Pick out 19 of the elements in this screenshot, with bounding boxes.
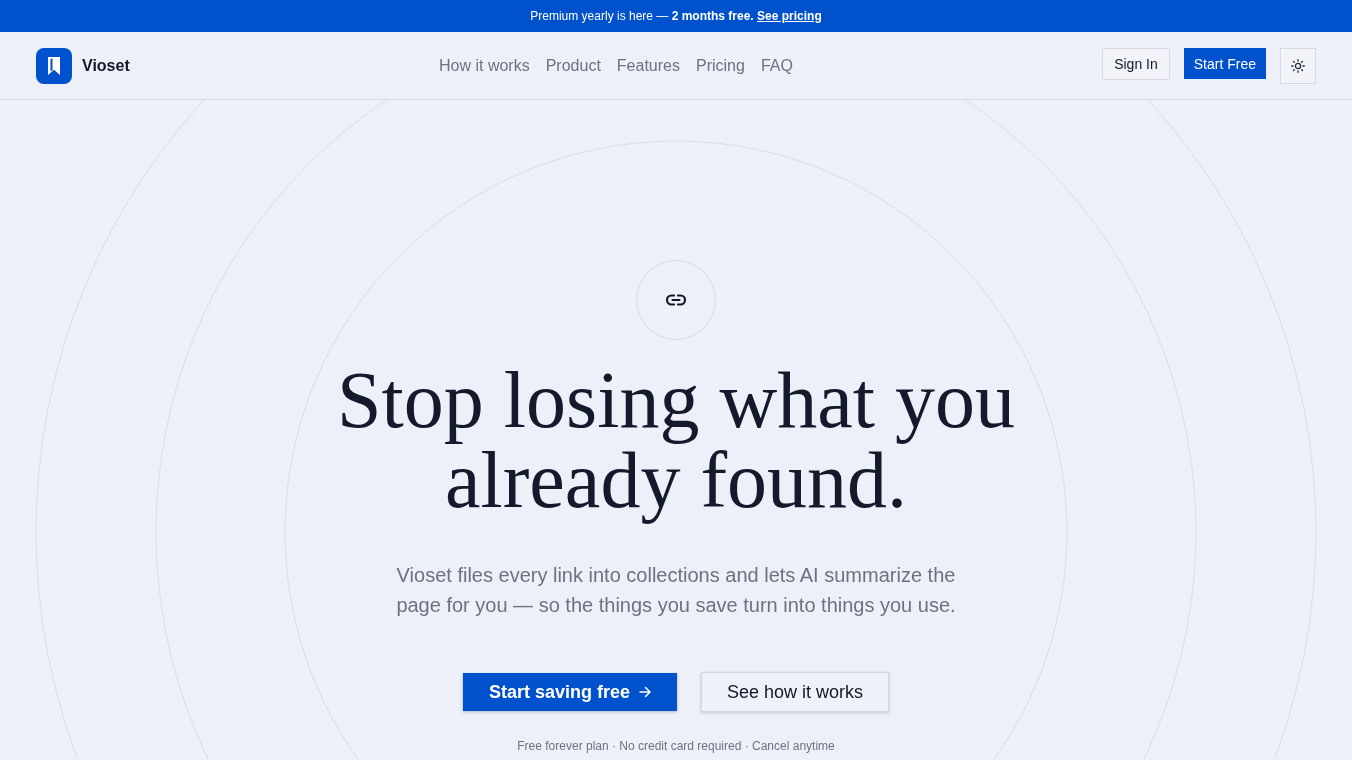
nav-link[interactable]: Product [545, 56, 601, 76]
hero-note: Free forever plan · No credit card required · Cancel anytime [517, 739, 835, 753]
bookmark-logo-icon [36, 48, 72, 84]
hero-subtitle: Vioset files every link into collections and lets AI summarize the page for you — so the things you save turn into things you use. [395, 563, 957, 618]
brand-name: Vioset [82, 57, 130, 75]
sign-in-button[interactable]: Sign In [1102, 48, 1170, 80]
sun-icon [1291, 59, 1305, 73]
announcement-text: Premium yearly is here — 2 months free. See pricing [530, 8, 822, 24]
nav-link[interactable]: Features [616, 56, 680, 76]
nav-link[interactable]: How it works [439, 56, 530, 76]
arrow-right-icon [639, 686, 651, 698]
theme-toggle-button[interactable] [1280, 48, 1316, 84]
see-pricing-link[interactable]: See pricing [757, 9, 822, 23]
see-how-it-works-button[interactable]: See how it works [701, 672, 890, 712]
nav-link[interactable]: Pricing [695, 56, 745, 76]
start-free-button[interactable]: Start Free [1183, 48, 1266, 79]
nav-link[interactable]: FAQ [760, 56, 793, 76]
link-icon [636, 260, 716, 340]
start-saving-button[interactable]: Start saving free [462, 673, 677, 711]
